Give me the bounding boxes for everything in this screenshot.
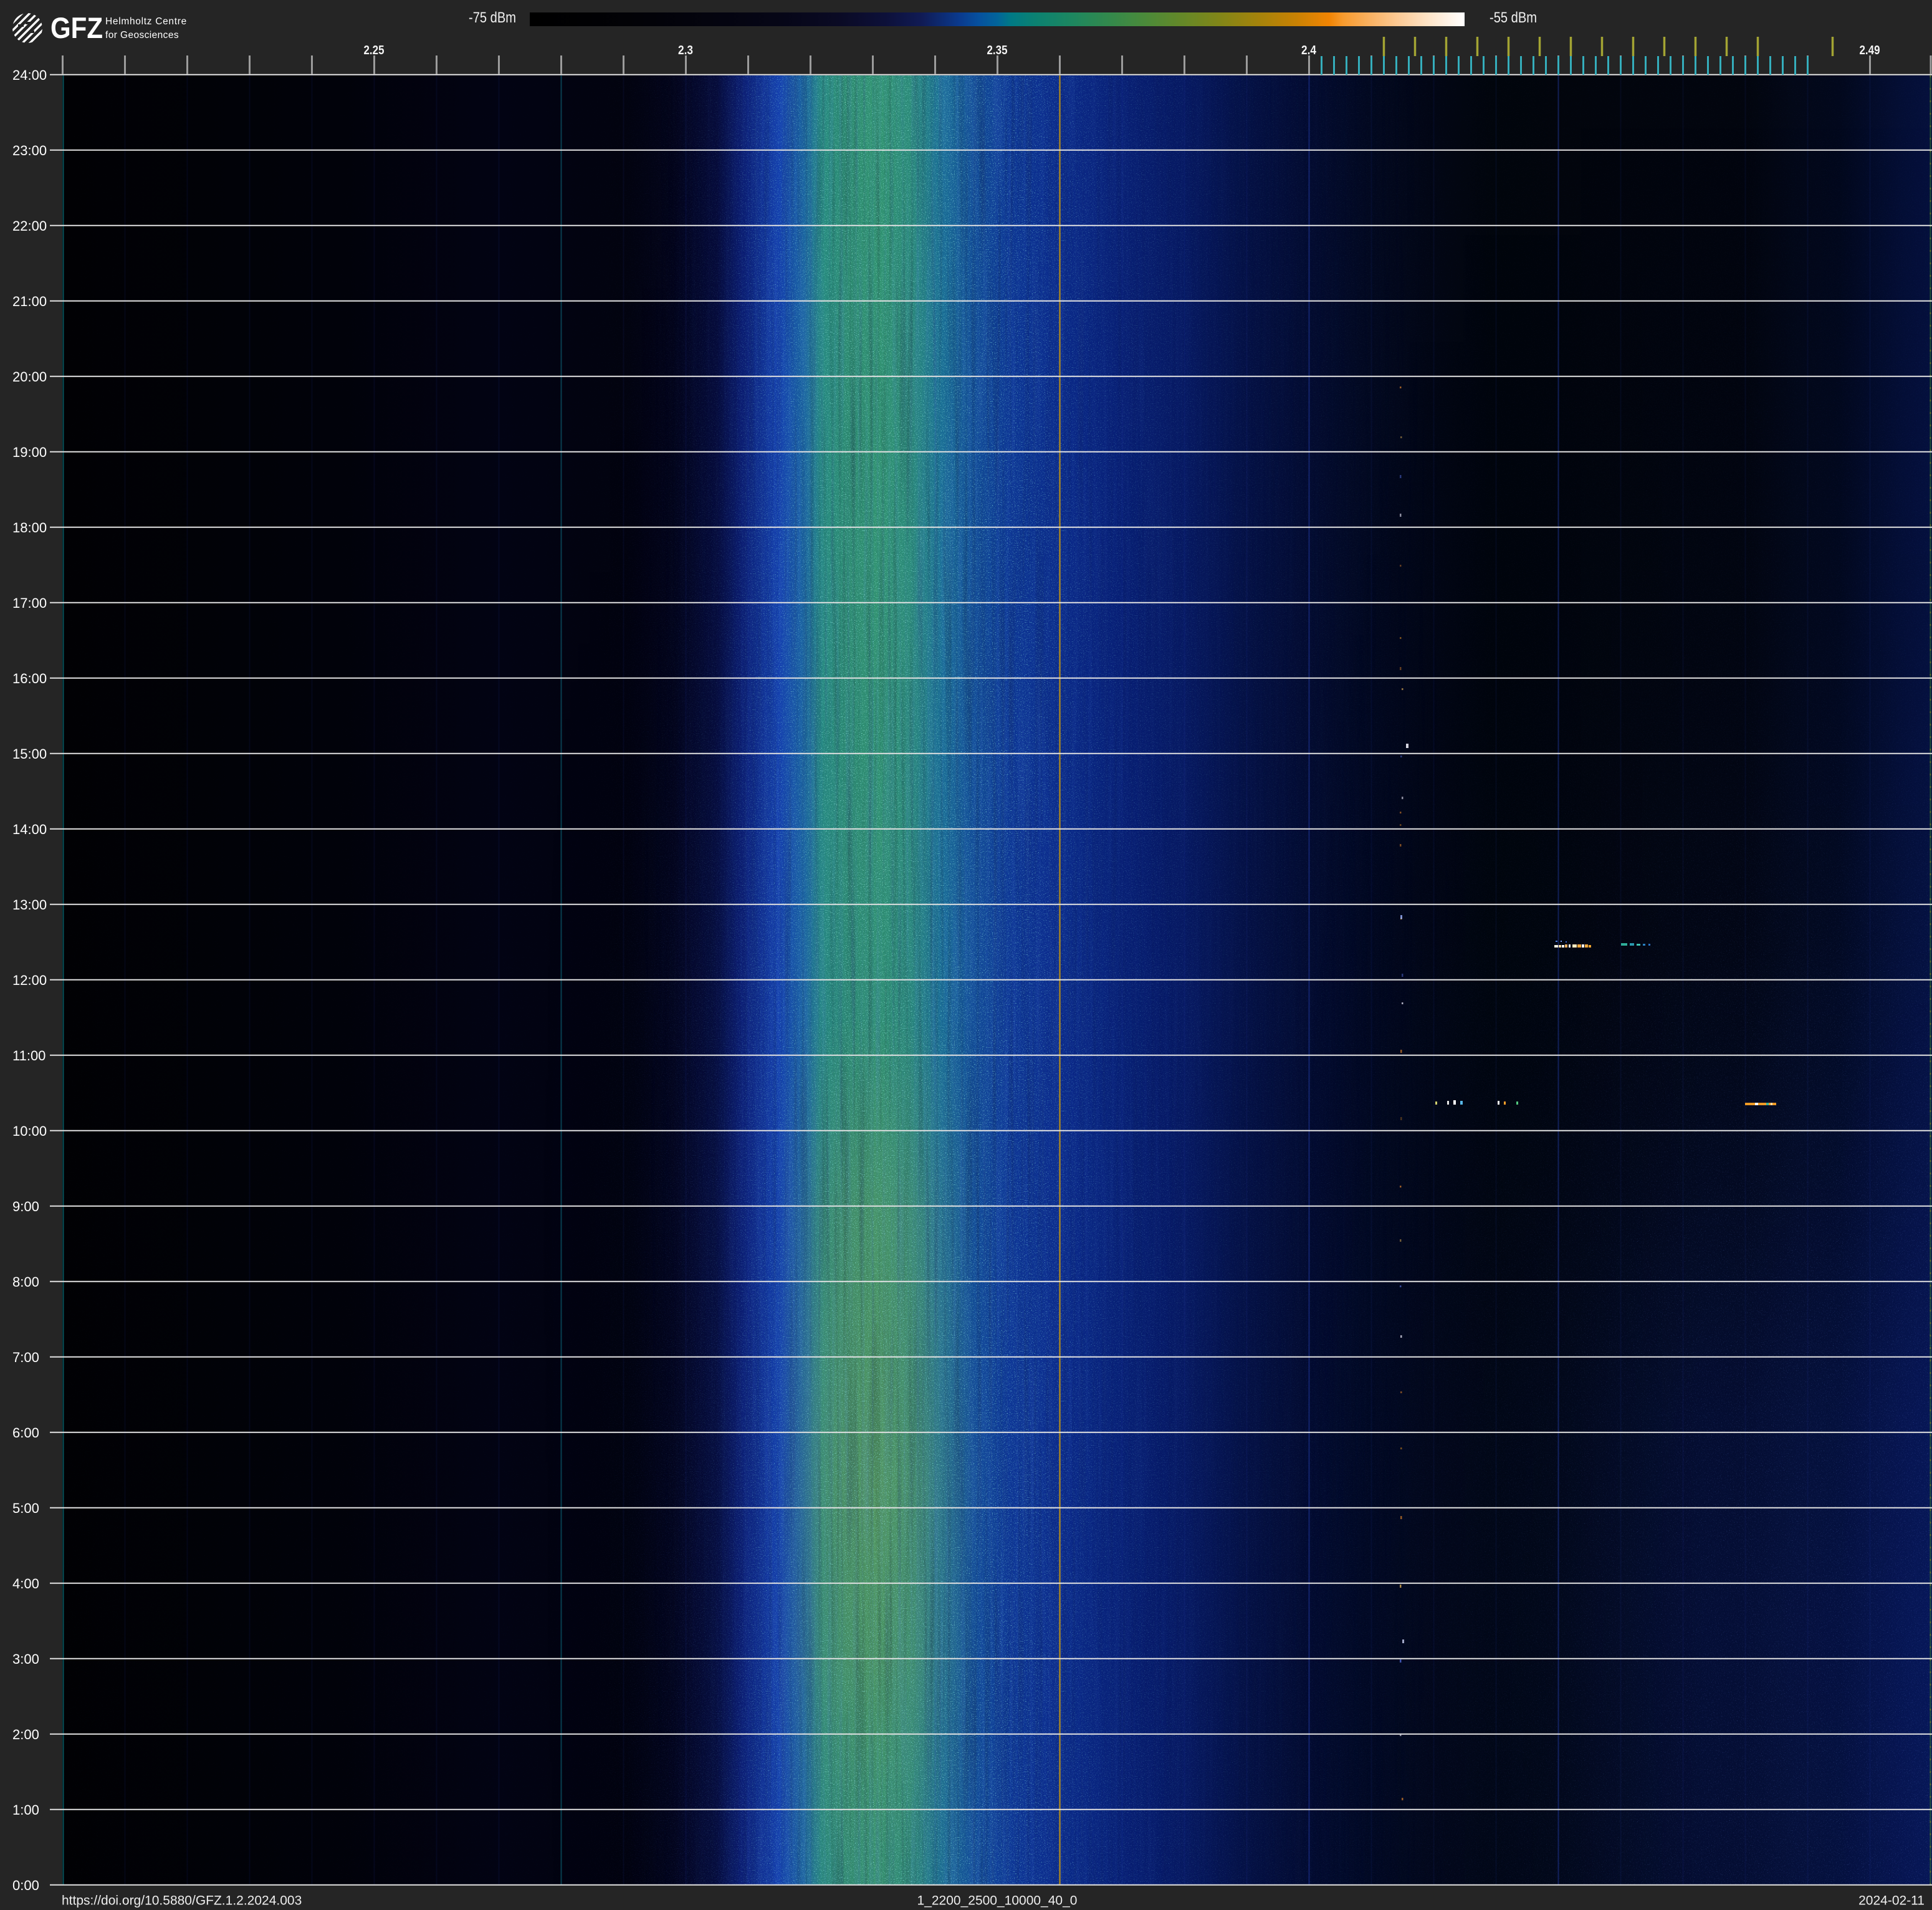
svg-text:16:00: 16:00 <box>12 671 47 686</box>
svg-text:2.49: 2.49 <box>1860 44 1880 57</box>
svg-text:1_2200_2500_10000_40_0: 1_2200_2500_10000_40_0 <box>917 1894 1078 1908</box>
svg-text:3:00: 3:00 <box>12 1651 39 1667</box>
svg-text:https://doi.org/10.5880/GFZ.1.: https://doi.org/10.5880/GFZ.1.2.2024.003 <box>62 1894 302 1908</box>
svg-text:8:00: 8:00 <box>12 1274 39 1290</box>
svg-text:24:00: 24:00 <box>12 67 47 83</box>
svg-text:-75 dBm: -75 dBm <box>469 9 516 26</box>
svg-text:15:00: 15:00 <box>12 746 47 762</box>
svg-text:GFZ: GFZ <box>50 11 103 44</box>
svg-text:for Geosciences: for Geosciences <box>105 30 179 41</box>
svg-text:7:00: 7:00 <box>12 1350 39 1365</box>
svg-text:2.3: 2.3 <box>678 44 693 57</box>
svg-text:5:00: 5:00 <box>12 1500 39 1516</box>
svg-text:4:00: 4:00 <box>12 1576 39 1591</box>
svg-text:2.4: 2.4 <box>1301 44 1317 57</box>
svg-text:11:00: 11:00 <box>12 1048 45 1063</box>
svg-text:0:00: 0:00 <box>12 1878 39 1893</box>
svg-text:20:00: 20:00 <box>12 369 47 385</box>
svg-text:2:00: 2:00 <box>12 1727 39 1742</box>
svg-text:23:00: 23:00 <box>12 143 47 158</box>
svg-text:Helmholtz Centre: Helmholtz Centre <box>105 16 187 27</box>
svg-text:13:00: 13:00 <box>12 897 47 913</box>
svg-text:19:00: 19:00 <box>12 444 47 460</box>
svg-text:2.25: 2.25 <box>364 44 385 57</box>
svg-text:2024-02-11: 2024-02-11 <box>1858 1894 1925 1908</box>
svg-text:1:00: 1:00 <box>12 1802 39 1818</box>
svg-text:6:00: 6:00 <box>12 1425 39 1441</box>
svg-text:22:00: 22:00 <box>12 218 47 234</box>
svg-text:17:00: 17:00 <box>12 595 47 611</box>
svg-text:2.35: 2.35 <box>987 44 1008 57</box>
svg-text:21:00: 21:00 <box>12 294 47 309</box>
svg-text:-55 dBm: -55 dBm <box>1490 9 1537 26</box>
svg-text:18:00: 18:00 <box>12 520 47 535</box>
svg-text:12:00: 12:00 <box>12 972 47 988</box>
svg-text:10:00: 10:00 <box>12 1123 47 1139</box>
svg-text:14:00: 14:00 <box>12 822 47 837</box>
svg-text:9:00: 9:00 <box>12 1199 39 1214</box>
